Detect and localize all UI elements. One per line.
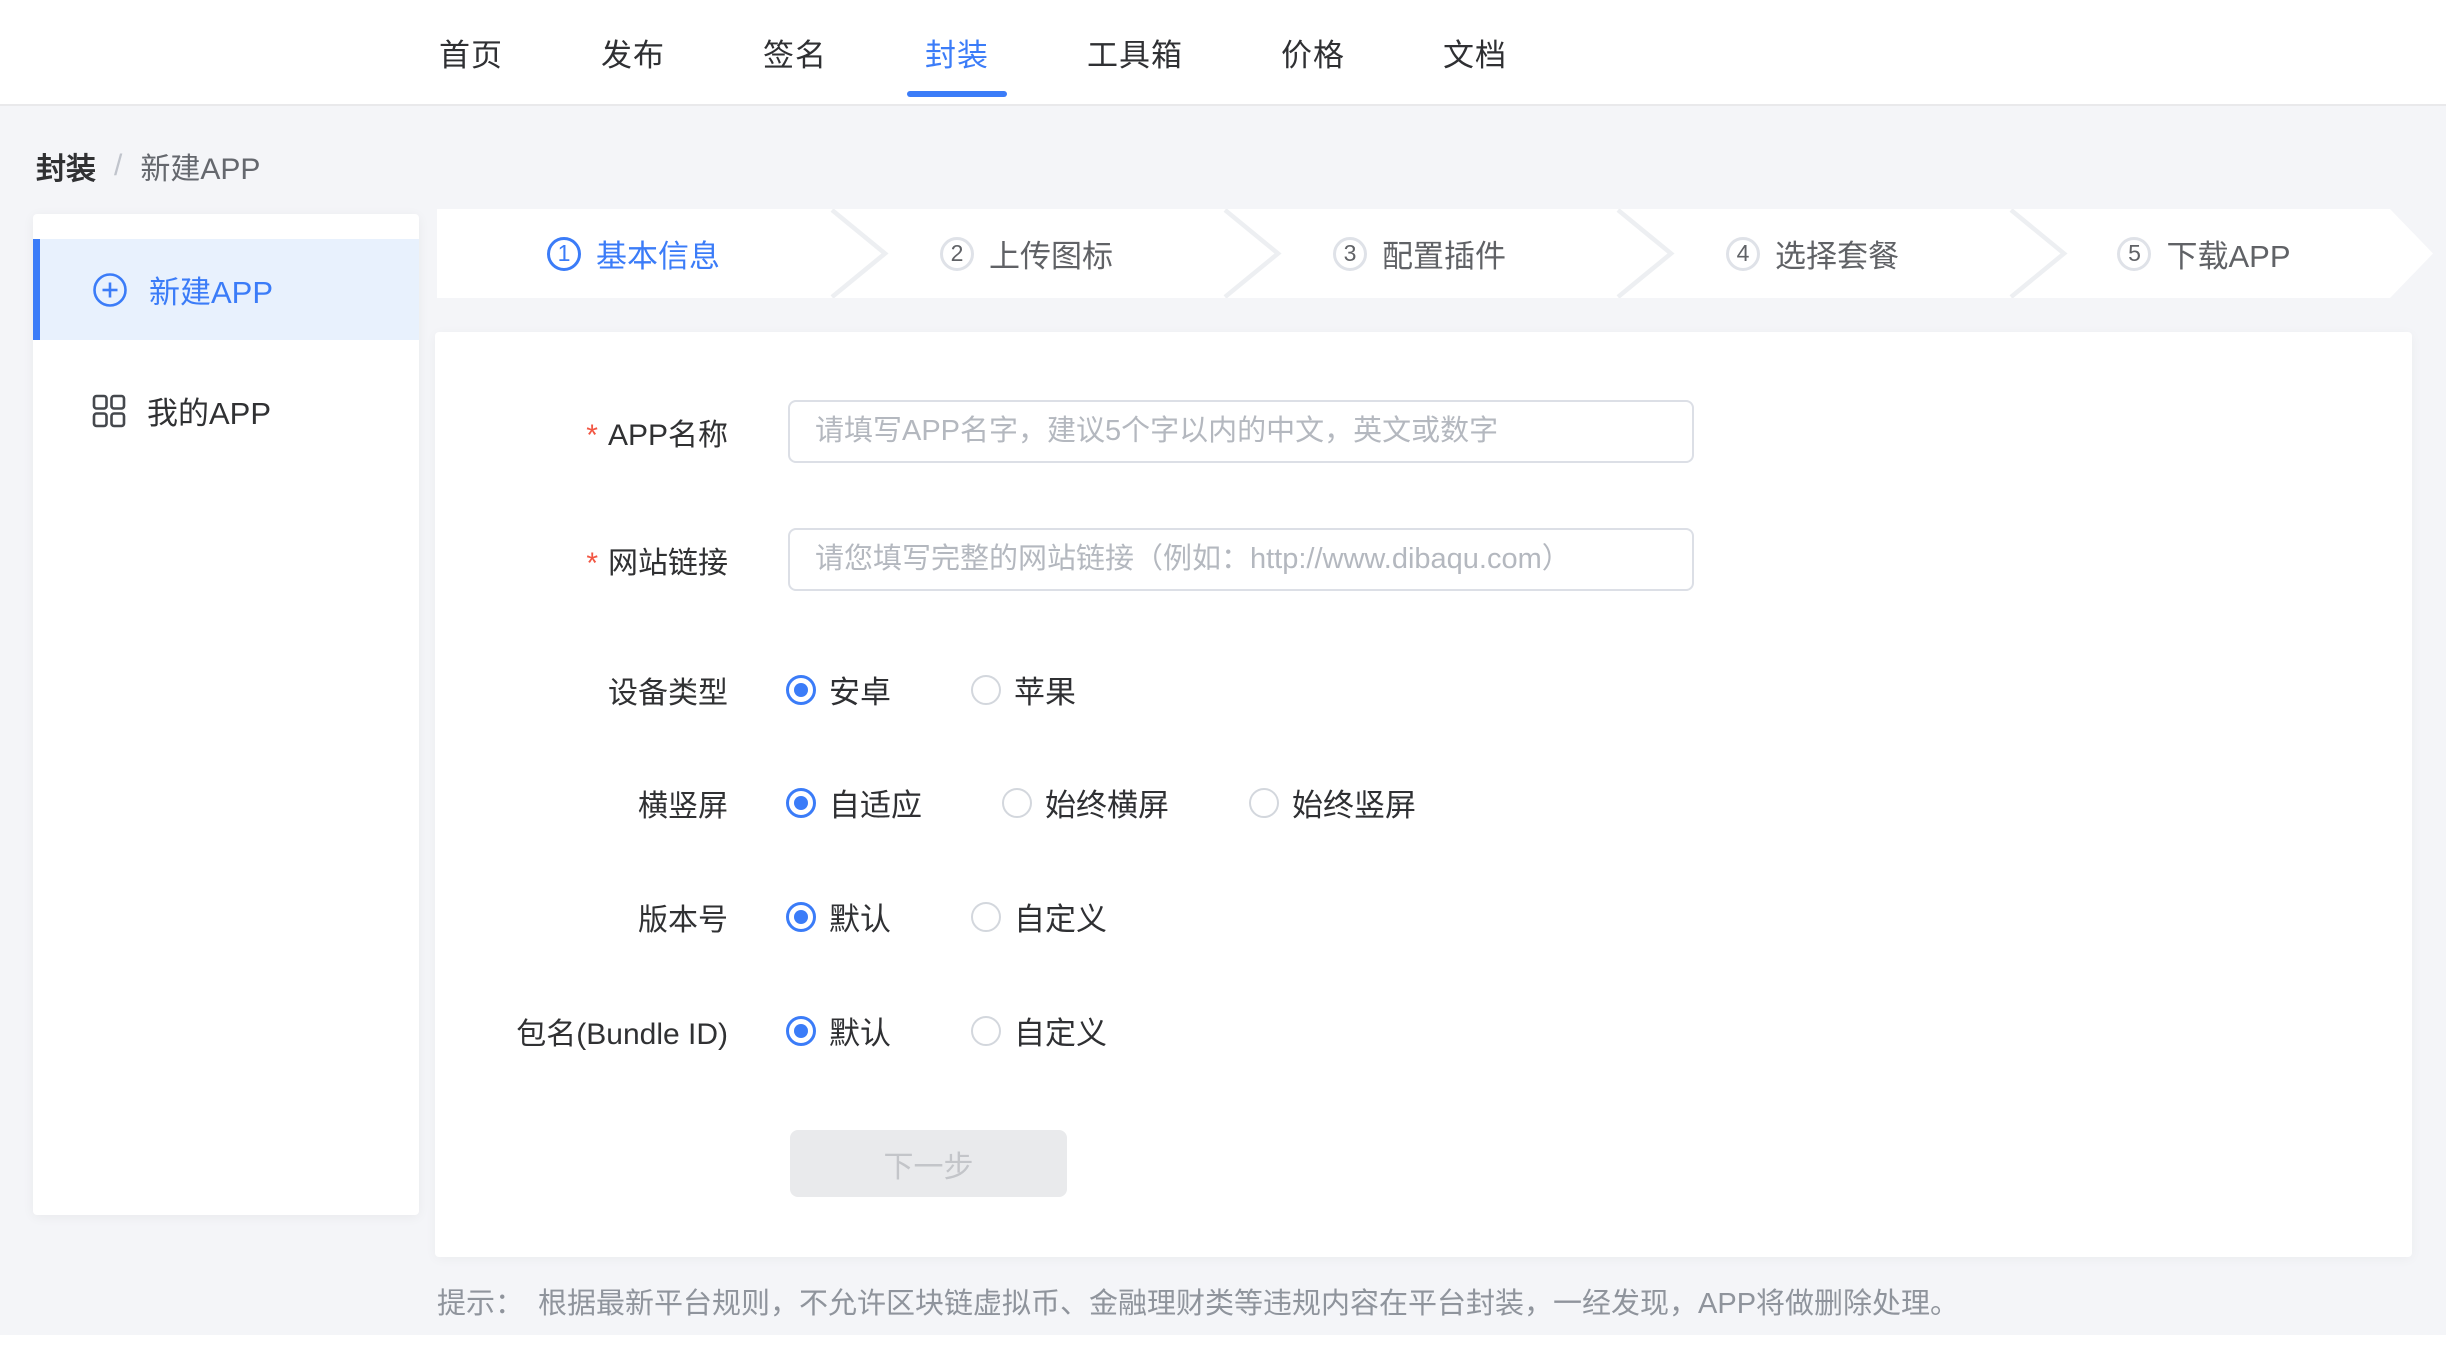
radio-bundle-custom[interactable]: 自定义 [971,1008,1107,1053]
device-type-radio-group: 安卓 苹果 [786,667,1156,712]
radio-unselected-icon [1002,788,1032,818]
footer-tip: 提示： 根据最新平台规则，不允许区块链虚拟币、金融理财类等违规内容在平台封装，一经… [437,1280,1959,1322]
field-label: 横竖屏 [435,781,728,825]
radio-version-custom[interactable]: 自定义 [971,894,1107,939]
field-label: *APP名称 [435,410,728,454]
step-label: 配置插件 [1382,231,1506,276]
step-label: 下载APP [2166,231,2290,276]
radio-unselected-icon [971,675,1001,705]
field-label: 版本号 [435,895,728,939]
required-marker: * [586,547,598,580]
version-radio-group: 默认 自定义 [786,894,1187,939]
step-number-badge: 1 [547,237,581,271]
radio-portrait[interactable]: 始终竖屏 [1249,780,1416,825]
step-number-badge: 3 [1333,237,1367,271]
next-step-button[interactable]: 下一步 [790,1130,1067,1197]
step-upload-icon: 2 上传图标 [830,209,1223,298]
radio-selected-icon [786,675,816,705]
grid-icon [92,394,126,428]
nav-item-package[interactable]: 封装 [923,30,991,75]
steps-bar: 1 基本信息 2 上传图标 3 配置插件 4 选择套餐 5 下载APP [437,209,2433,298]
orientation-radio-group: 自适应 始终横屏 始终竖屏 [786,780,1496,825]
site-url-input[interactable] [788,528,1694,591]
required-marker: * [586,419,598,452]
breadcrumb-root[interactable]: 封装 [36,144,96,188]
sidebar-item-my-apps[interactable]: 我的APP [33,360,419,461]
breadcrumb-current: 新建APP [140,144,260,188]
sidebar-item-new-app[interactable]: 新建APP [33,239,419,340]
step-number-badge: 2 [940,237,974,271]
step-download-app: 5 下载APP [2009,209,2433,298]
radio-landscape[interactable]: 始终横屏 [1002,780,1169,825]
bottom-strip [0,1335,2446,1350]
form-row-bundle-id: 包名(Bundle ID) 默认 自定义 [435,1015,2412,1046]
nav-item-sign[interactable]: 签名 [761,30,829,75]
radio-unselected-icon [1249,788,1279,818]
nav-item-publish[interactable]: 发布 [599,30,667,75]
circle-plus-icon [92,272,128,308]
step-number-badge: 4 [1726,237,1760,271]
radio-ios[interactable]: 苹果 [971,667,1076,712]
sidebar-item-label: 新建APP [149,267,273,312]
main-nav: 首页 发布 签名 封装 工具箱 价格 文档 [437,0,1509,104]
step-number-badge: 5 [2117,237,2151,271]
nav-item-pricing[interactable]: 价格 [1279,30,1347,75]
sidebar-item-label: 我的APP [147,388,271,433]
field-label: *网站链接 [435,538,728,582]
nav-item-docs[interactable]: 文档 [1441,30,1509,75]
tip-prefix: 提示： [437,1288,524,1320]
form-row-orientation: 横竖屏 自适应 始终横屏 始终竖屏 [435,787,2412,818]
nav-item-toolbox[interactable]: 工具箱 [1085,30,1185,75]
step-basic-info: 1 基本信息 [437,209,830,298]
sidebar: 新建APP 我的APP [33,214,419,1215]
radio-android[interactable]: 安卓 [786,667,891,712]
field-label: 设备类型 [435,668,728,712]
step-choose-plan: 4 选择套餐 [1616,209,2009,298]
breadcrumb: 封装 / 新建APP [36,144,260,188]
chevron-separator-icon [1223,209,1283,298]
app-name-input[interactable] [788,400,1694,463]
radio-bundle-default[interactable]: 默认 [786,1008,891,1053]
breadcrumb-separator: / [114,149,122,183]
top-header: 首页 发布 签名 封装 工具箱 价格 文档 [0,0,2446,106]
radio-version-default[interactable]: 默认 [786,894,891,939]
step-label: 基本信息 [596,231,720,276]
radio-adaptive[interactable]: 自适应 [786,780,922,825]
field-label: 包名(Bundle ID) [435,1009,728,1053]
step-configure-plugins: 3 配置插件 [1223,209,1616,298]
chevron-separator-icon [830,209,890,298]
radio-selected-icon [786,788,816,818]
step-label: 上传图标 [989,231,1113,276]
form-row-site-url: *网站链接 [435,528,2412,591]
bundle-id-radio-group: 默认 自定义 [786,1008,1187,1053]
chevron-separator-icon [1616,209,1676,298]
tip-text: 根据最新平台规则，不允许区块链虚拟币、金融理财类等违规内容在平台封装，一经发现，… [538,1288,1959,1320]
form-card: *APP名称 *网站链接 设备类型 安卓 苹果 横竖屏 自适应 [435,332,2412,1257]
form-row-app-name: *APP名称 [435,400,2412,463]
nav-item-home[interactable]: 首页 [437,30,505,75]
form-row-device-type: 设备类型 安卓 苹果 [435,674,2412,705]
radio-selected-icon [786,902,816,932]
step-label: 选择套餐 [1775,231,1899,276]
form-row-version: 版本号 默认 自定义 [435,901,2412,932]
radio-unselected-icon [971,902,1001,932]
radio-unselected-icon [971,1016,1001,1046]
radio-selected-icon [786,1016,816,1046]
